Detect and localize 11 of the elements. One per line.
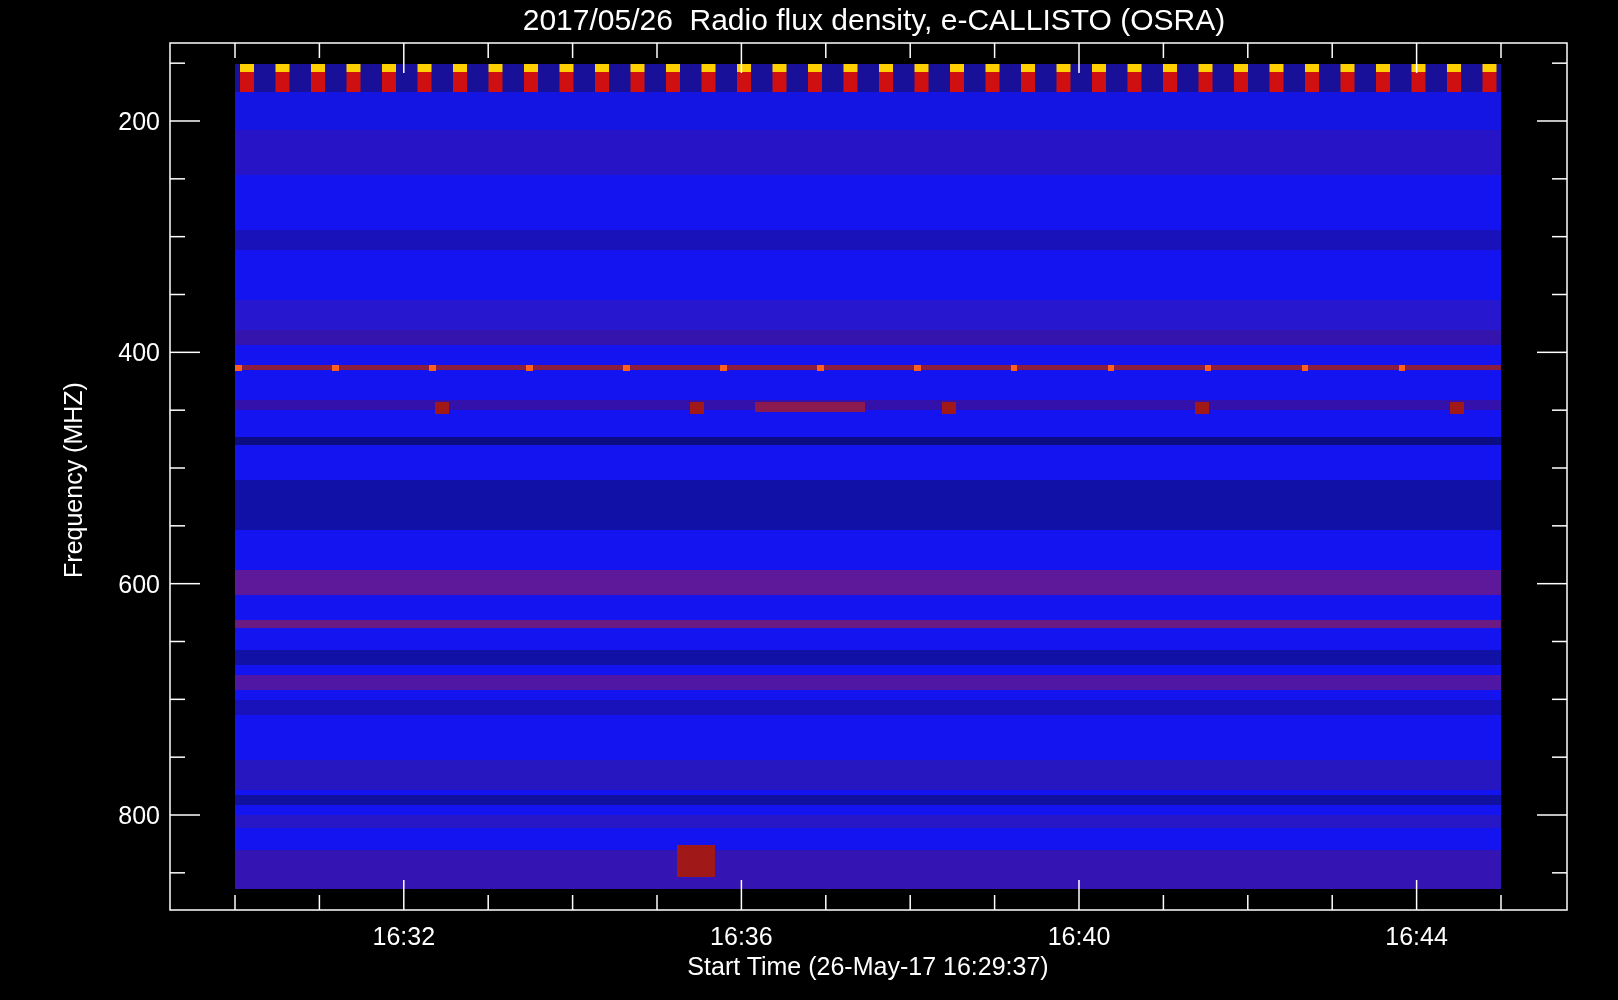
y-tick-label: 800 xyxy=(118,801,160,829)
x-tick-label: 16:40 xyxy=(1047,922,1111,950)
y-axis-label: Frequency (MHZ) xyxy=(59,382,87,578)
x-tick-label: 16:36 xyxy=(710,922,773,950)
x-tick-label: 16:44 xyxy=(1385,922,1448,950)
y-tick-label: 400 xyxy=(118,338,160,367)
y-tick-label: 200 xyxy=(118,107,160,135)
x-axis-label: Start Time (26-May-17 16:29:37) xyxy=(687,952,1049,980)
y-tick-label: 600 xyxy=(118,569,160,598)
chart-title: 2017/05/26 Radio flux density, e-CALLISTO (OSRA) xyxy=(522,3,1226,36)
x-tick-label: 16:32 xyxy=(372,922,436,950)
